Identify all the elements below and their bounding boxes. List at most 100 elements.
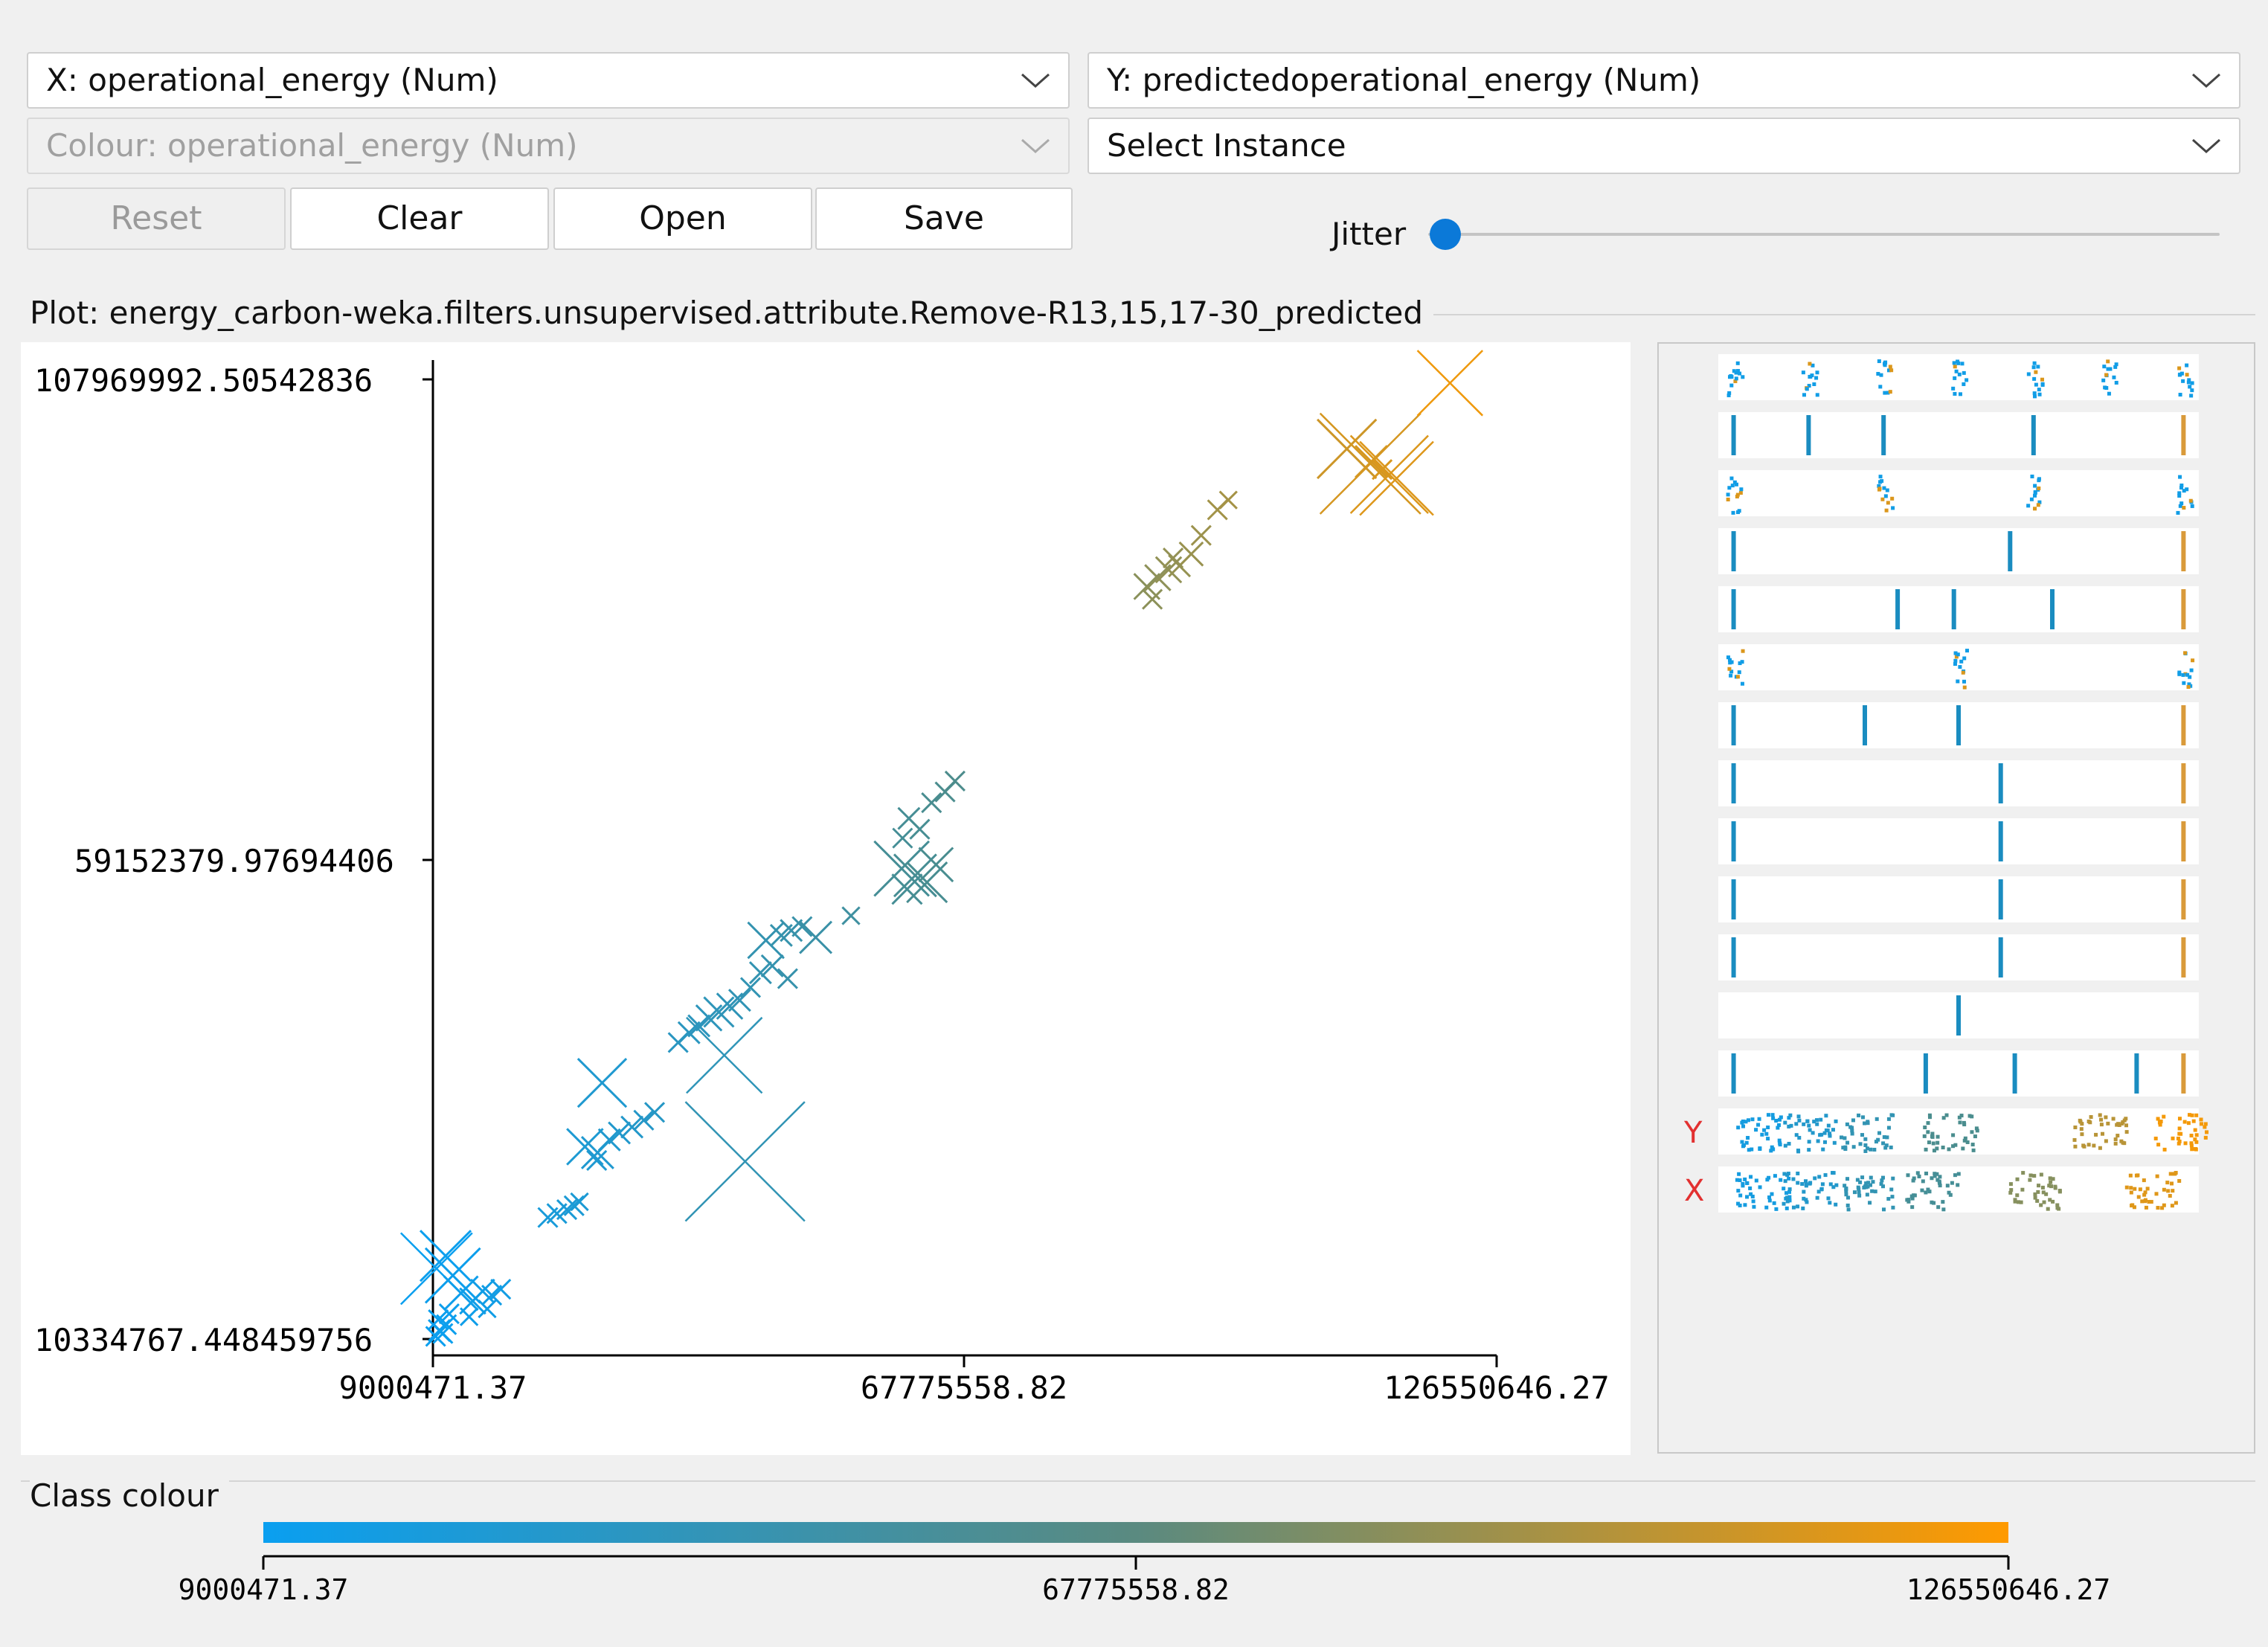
data-point[interactable] (470, 1278, 495, 1304)
matrix-mark (1931, 1141, 1935, 1146)
matrix-mark (1998, 937, 2003, 977)
matrix-mark (1973, 1134, 1977, 1139)
data-point[interactable] (1178, 541, 1204, 567)
data-point[interactable] (684, 1101, 806, 1222)
data-point[interactable] (909, 818, 931, 840)
jitter-slider-track (1428, 233, 2220, 236)
data-point[interactable] (841, 906, 861, 925)
matrix-mark (2132, 1205, 2136, 1210)
matrix-mark (2106, 1121, 2110, 1126)
matrix-mark (2179, 484, 2184, 488)
jitter-slider-thumb[interactable] (1430, 219, 1461, 250)
matrix-mark (2019, 1200, 2023, 1204)
matrix-mark (2100, 1131, 2104, 1136)
matrix-mark (2181, 763, 2186, 803)
data-point[interactable] (892, 827, 913, 849)
data-point[interactable] (428, 1309, 449, 1331)
matrix-cell[interactable] (1718, 528, 2199, 574)
data-point[interactable] (1349, 434, 1429, 514)
data-point[interactable] (677, 1021, 701, 1044)
data-point[interactable] (918, 847, 954, 883)
matrix-mark (2036, 503, 2040, 507)
matrix-mark (1791, 1177, 1796, 1181)
matrix-mark (2073, 1144, 2078, 1149)
scatter-matrix[interactable]: YX (1657, 342, 2255, 1454)
data-point[interactable] (1218, 490, 1238, 510)
matrix-mark (1891, 1205, 1895, 1210)
matrix-mark (1947, 1147, 1951, 1152)
matrix-mark (1776, 1126, 1780, 1130)
data-point[interactable] (633, 1109, 655, 1131)
matrix-mark (1765, 1178, 1770, 1182)
matrix-mark (1767, 1195, 1772, 1200)
matrix-cell[interactable] (1718, 470, 2199, 516)
data-point[interactable] (748, 961, 772, 985)
data-point[interactable] (747, 921, 785, 960)
data-point[interactable] (490, 1279, 512, 1300)
matrix-mark (2147, 1200, 2151, 1204)
save-button[interactable]: Save (815, 187, 1073, 250)
matrix-mark (2117, 1123, 2121, 1127)
matrix-cell[interactable] (1718, 934, 2199, 980)
matrix-mark (2166, 1189, 2171, 1193)
data-point[interactable] (597, 1128, 621, 1152)
data-point[interactable] (703, 996, 735, 1028)
data-point[interactable] (643, 1102, 666, 1123)
y-axis-select[interactable]: Y: predictedoperational_energy (Num) (1088, 52, 2240, 109)
data-point[interactable] (1190, 524, 1212, 546)
matrix-mark (1881, 1141, 1886, 1146)
select-instance-select[interactable]: Select Instance (1088, 118, 2240, 174)
matrix-mark (1947, 1190, 1951, 1195)
matrix-mark (1740, 681, 1744, 686)
data-point[interactable] (921, 792, 942, 814)
matrix-mark (1998, 879, 2003, 919)
matrix-mark (2098, 1146, 2102, 1150)
matrix-mark (2190, 1147, 2194, 1152)
matrix-mark (1891, 506, 1895, 510)
data-point[interactable] (739, 977, 762, 998)
matrix-mark (1748, 1186, 1753, 1190)
matrix-mark (1804, 1198, 1808, 1202)
matrix-cell[interactable] (1718, 760, 2199, 806)
matrix-mark (1796, 1114, 1801, 1119)
matrix-mark (2087, 1120, 2091, 1124)
data-point[interactable] (459, 1307, 479, 1326)
matrix-mark (2185, 373, 2189, 377)
matrix-mark (1864, 1181, 1869, 1186)
matrix-mark (1750, 1117, 1755, 1122)
data-point[interactable] (576, 1057, 628, 1108)
matrix-mark (2138, 1187, 2142, 1192)
matrix-mark (1794, 1122, 1799, 1126)
data-point[interactable] (799, 920, 833, 954)
matrix-cell[interactable] (1718, 412, 2199, 458)
matrix-mark (1727, 486, 1732, 490)
matrix-cell[interactable] (1718, 586, 2199, 632)
data-point[interactable] (893, 853, 937, 898)
data-point[interactable] (891, 873, 923, 905)
class-colour-legend: 9000471.37 67775558.82 126550646.27 (179, 1522, 2110, 1606)
open-button[interactable]: Open (553, 187, 812, 250)
matrix-mark (1857, 1190, 1861, 1195)
scatter-plot[interactable]: 107969992.50542836 59152379.97694406 103… (21, 342, 1631, 1455)
data-point[interactable] (419, 1230, 472, 1282)
data-point[interactable] (1416, 350, 1484, 417)
matrix-mark (1941, 1146, 1945, 1150)
data-point[interactable] (1154, 556, 1183, 584)
matrix-mark (1886, 501, 1890, 505)
matrix-cell[interactable] (1718, 818, 2199, 864)
matrix-mark (1880, 497, 1885, 501)
matrix-cell[interactable] (1718, 876, 2199, 922)
clear-button[interactable]: Clear (290, 187, 549, 250)
matrix-mark (1953, 365, 1957, 369)
matrix-mark (2188, 498, 2193, 503)
matrix-mark (2015, 1193, 2020, 1198)
jitter-slider[interactable] (1428, 216, 2220, 253)
data-point[interactable] (944, 770, 966, 792)
matrix-mark (2124, 1185, 2129, 1190)
x-axis-select[interactable]: X: operational_energy (Num) (27, 52, 1070, 109)
data-point[interactable] (1359, 440, 1434, 516)
matrix-cell[interactable] (1718, 1050, 2199, 1097)
matrix-mark (1816, 1190, 1821, 1194)
data-point[interactable] (760, 954, 784, 977)
data-point[interactable] (777, 968, 798, 989)
